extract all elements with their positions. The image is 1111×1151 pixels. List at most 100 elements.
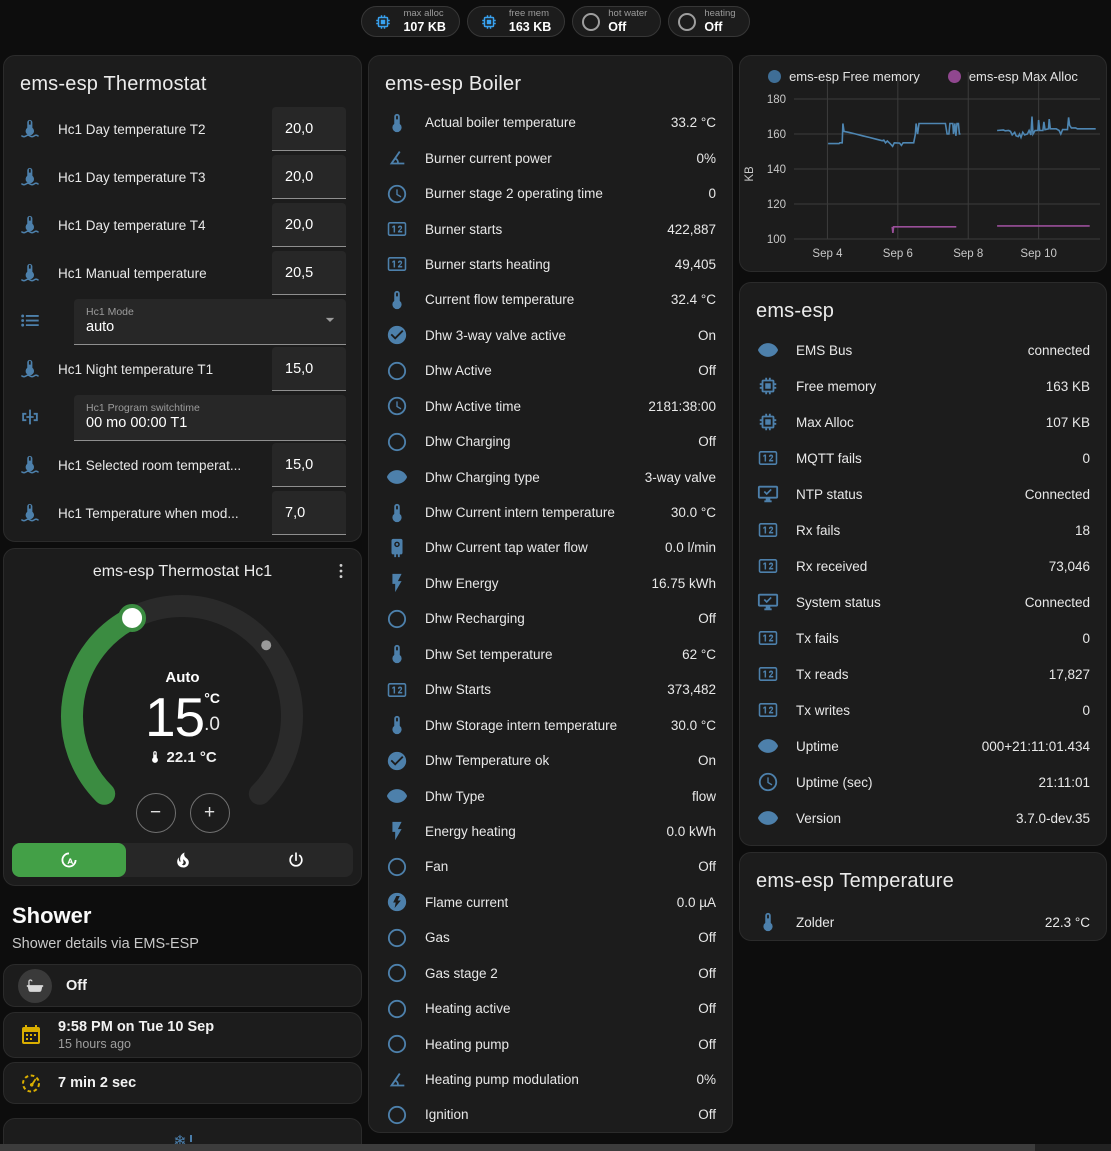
hvac-mode-power[interactable]: [239, 843, 353, 877]
shower-card[interactable]: 9:58 PM on Tue 10 Sep15 hours ago: [3, 1012, 362, 1058]
entity-row[interactable]: Dhw ActiveOff: [369, 353, 732, 388]
text-input[interactable]: Hc1 Program switchtime00 mo 00:00 T1: [74, 395, 346, 441]
entity-label: Actual boiler temperature: [425, 115, 576, 130]
legend-item[interactable]: ems-esp Max Alloc: [948, 69, 1078, 84]
entity-row[interactable]: Dhw Charging type3-way valve: [369, 459, 732, 494]
entity-label: Tx fails: [796, 631, 839, 646]
entity-row[interactable]: Dhw Storage intern temperature30.0 °C: [369, 707, 732, 742]
entity-row[interactable]: Dhw Starts373,482: [369, 672, 732, 707]
entity-row[interactable]: System statusConnected: [740, 584, 1106, 620]
entity-row[interactable]: Dhw Typeflow: [369, 778, 732, 813]
entity-row[interactable]: Dhw 3-way valve activeOn: [369, 318, 732, 353]
thermostat-card-title: ems-esp Thermostat: [4, 56, 361, 105]
entity-row[interactable]: Burner starts422,887: [369, 211, 732, 246]
number-input[interactable]: 20,0: [272, 155, 346, 199]
temp-increase-button[interactable]: +: [190, 793, 230, 833]
entity-value: Off: [690, 363, 716, 378]
entity-label: Energy heating: [425, 824, 516, 839]
entity-row[interactable]: Max Alloc107 KB: [740, 404, 1106, 440]
entity-value: Off: [690, 966, 716, 981]
entity-row[interactable]: Tx writes0: [740, 692, 1106, 728]
entity-row: Hc1 Night temperature T115,0: [4, 345, 361, 393]
entity-label: Burner stage 2 operating time: [425, 186, 603, 201]
badge-hot-water[interactable]: hot waterOff: [572, 6, 661, 37]
horizontal-scrollbar[interactable]: [0, 1144, 1111, 1151]
entity-row[interactable]: Dhw Current intern temperature30.0 °C: [369, 495, 732, 530]
circle-icon: [385, 359, 409, 383]
mode-select[interactable]: Hc1 Modeauto: [74, 299, 346, 345]
badge-heating[interactable]: heatingOff: [668, 6, 749, 37]
entity-row[interactable]: FanOff: [369, 849, 732, 884]
flash-icon: [385, 819, 409, 843]
entity-row[interactable]: Rx received73,046: [740, 548, 1106, 584]
entity-row[interactable]: Free memory163 KB: [740, 368, 1106, 404]
entity-row[interactable]: Dhw Set temperature62 °C: [369, 637, 732, 672]
entity-row[interactable]: Rx fails18: [740, 512, 1106, 548]
badge-value: Off: [704, 20, 735, 34]
entity-row[interactable]: Dhw Current tap water flow0.0 l/min: [369, 530, 732, 565]
entity-row[interactable]: IgnitionOff: [369, 1097, 732, 1132]
svg-text:KB: KB: [744, 166, 756, 182]
badge-free-mem[interactable]: free mem163 KB: [467, 6, 565, 37]
entity-row[interactable]: Current flow temperature32.4 °C: [369, 282, 732, 317]
chart-legend: ems-esp Free memory ems-esp Max Alloc: [740, 69, 1106, 84]
entity-row[interactable]: Dhw Temperature okOn: [369, 743, 732, 778]
entity-row[interactable]: Dhw Active time2181:38:00: [369, 389, 732, 424]
right-column: 180160140120100Sep 4Sep 6Sep 8Sep 10KB e…: [739, 55, 1107, 941]
circle-icon: [385, 607, 409, 631]
memory-history-chart[interactable]: 180160140120100Sep 4Sep 6Sep 8Sep 10KB: [740, 56, 1106, 271]
entity-row[interactable]: NTP statusConnected: [740, 476, 1106, 512]
shower-cards: Off 9:58 PM on Tue 10 Sep15 hours ago7 mi…: [3, 964, 362, 1151]
entity-row[interactable]: Tx reads17,827: [740, 656, 1106, 692]
entity-row[interactable]: Gas stage 2Off: [369, 956, 732, 991]
entity-row[interactable]: Tx fails0: [740, 620, 1106, 656]
badge-max-alloc[interactable]: max alloc107 KB: [361, 6, 459, 37]
entity-row[interactable]: Burner starts heating49,405: [369, 247, 732, 282]
entity-row[interactable]: Uptime (sec)21:11:01: [740, 764, 1106, 800]
entity-label: Dhw Temperature ok: [425, 753, 549, 768]
shower-card[interactable]: Off: [3, 964, 362, 1007]
entity-row[interactable]: Heating activeOff: [369, 991, 732, 1026]
entity-row[interactable]: Energy heating0.0 kWh: [369, 814, 732, 849]
entity-row[interactable]: Burner current power0%: [369, 140, 732, 175]
entity-row[interactable]: Dhw Energy16.75 kWh: [369, 566, 732, 601]
entity-row[interactable]: Dhw ChargingOff: [369, 424, 732, 459]
entity-label: Version: [796, 811, 841, 826]
entity-label: Uptime: [796, 739, 839, 754]
entity-row[interactable]: Version3.7.0-dev.35: [740, 800, 1106, 836]
counter-icon: [756, 698, 780, 722]
hvac-mode-fire[interactable]: [126, 843, 240, 877]
number-input[interactable]: 15,0: [272, 443, 346, 487]
shower-card[interactable]: 7 min 2 sec: [3, 1062, 362, 1104]
dial-handle: [120, 606, 144, 630]
emsesp-card: ems-esp EMS BusconnectedFree memory163 K…: [739, 282, 1107, 846]
entity-label: Tx reads: [796, 667, 849, 682]
legend-label: ems-esp Max Alloc: [969, 69, 1078, 84]
entity-value: 0: [1074, 451, 1090, 466]
entity-row[interactable]: Heating pumpOff: [369, 1026, 732, 1061]
entity-row[interactable]: Heating pump modulation0%: [369, 1062, 732, 1097]
entity-row[interactable]: Uptime000+21:11:01.434: [740, 728, 1106, 764]
thermometer-icon: [385, 111, 409, 135]
thermometer-water-icon: [18, 453, 42, 477]
entity-row[interactable]: GasOff: [369, 920, 732, 955]
entity-row[interactable]: Burner stage 2 operating time0: [369, 176, 732, 211]
entity-value: 107 KB: [1038, 415, 1090, 430]
entity-row[interactable]: Actual boiler temperature33.2 °C: [369, 105, 732, 140]
hvac-mode-thermostat-auto[interactable]: [12, 843, 126, 877]
entity-row[interactable]: MQTT fails0: [740, 440, 1106, 476]
temp-decrease-button[interactable]: −: [136, 793, 176, 833]
scrollbar-thumb[interactable]: [0, 1144, 1035, 1151]
entity-row[interactable]: Dhw RechargingOff: [369, 601, 732, 636]
number-input[interactable]: 20,0: [272, 203, 346, 247]
number-input[interactable]: 20,0: [272, 107, 346, 151]
entity-label: Uptime (sec): [796, 775, 873, 790]
entity-row[interactable]: Flame current0.0 µA: [369, 885, 732, 920]
number-input[interactable]: 15,0: [272, 347, 346, 391]
entity-row[interactable]: Zolder22.3 °C: [740, 902, 1106, 942]
number-input[interactable]: 20,5: [272, 251, 346, 295]
counter-icon: [756, 626, 780, 650]
number-input[interactable]: 7,0: [272, 491, 346, 535]
entity-row[interactable]: EMS Busconnected: [740, 332, 1106, 368]
legend-item[interactable]: ems-esp Free memory: [768, 69, 920, 84]
